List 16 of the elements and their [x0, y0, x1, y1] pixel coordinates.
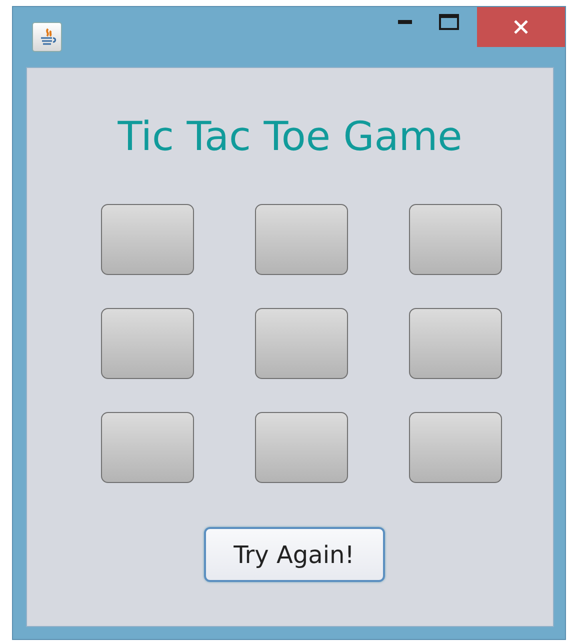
game-title: Tic Tac Toe Game — [116, 113, 464, 162]
java-cup-icon — [32, 22, 62, 52]
board-button[interactable] — [101, 308, 194, 379]
board-button[interactable] — [409, 412, 502, 483]
board-button[interactable] — [255, 204, 348, 275]
minimize-icon — [398, 20, 412, 24]
maximize-icon — [439, 14, 459, 30]
board-button[interactable] — [409, 204, 502, 275]
board-button[interactable] — [255, 308, 348, 379]
close-icon — [513, 19, 529, 35]
close-button[interactable] — [477, 7, 565, 47]
board-button[interactable] — [101, 204, 194, 275]
board-button[interactable] — [255, 412, 348, 483]
try-again-button[interactable]: Try Again! — [204, 527, 384, 582]
board-button[interactable] — [409, 308, 502, 379]
board-button[interactable] — [101, 412, 194, 483]
